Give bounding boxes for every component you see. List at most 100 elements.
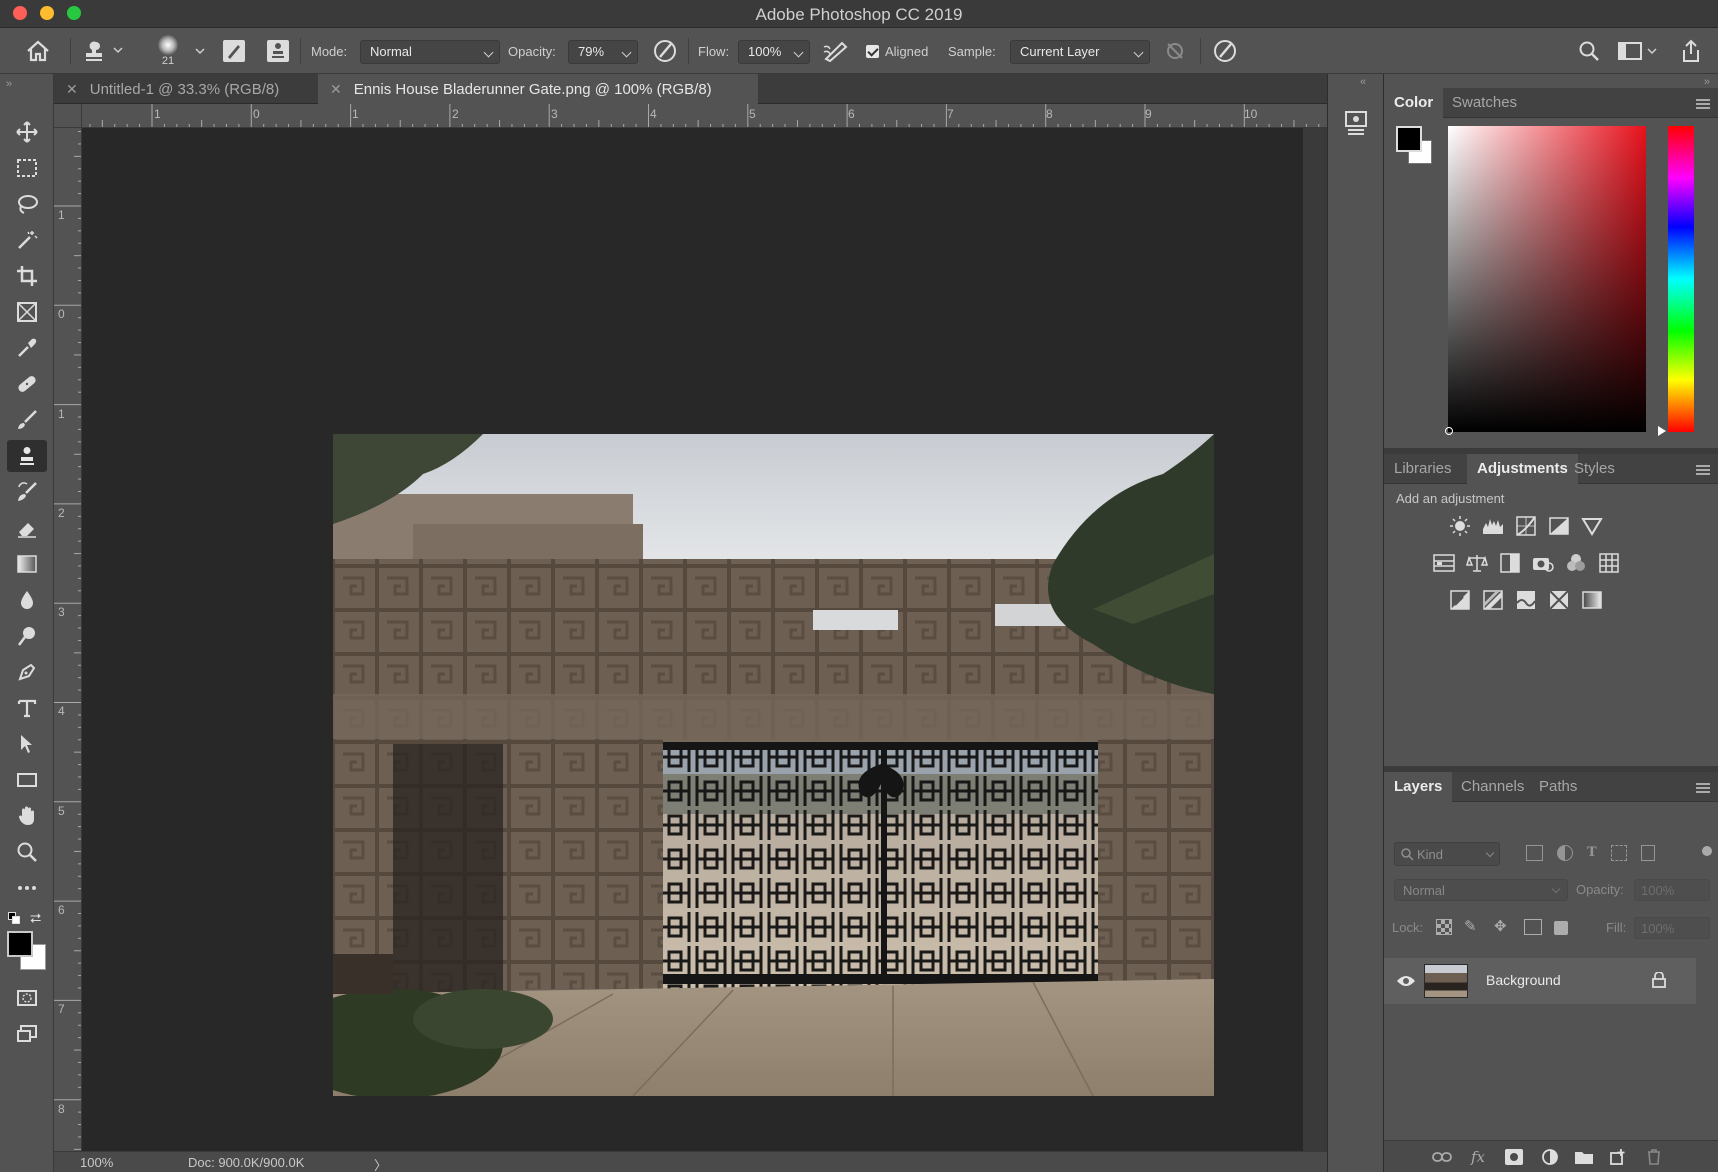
new-layer-icon[interactable]	[1608, 1148, 1628, 1166]
crop-tool[interactable]	[7, 260, 47, 292]
tool-preset-picker[interactable]	[86, 28, 126, 74]
photo-filter-icon[interactable]	[1531, 551, 1555, 575]
collapse-dock-icon[interactable]: «	[1360, 76, 1366, 88]
path-selection-tool[interactable]	[7, 728, 47, 760]
panel-menu-icon[interactable]	[1696, 465, 1710, 475]
color-picker-handle[interactable]	[1445, 427, 1453, 435]
close-tab-icon[interactable]: ✕	[330, 81, 342, 98]
pressure-size-icon[interactable]	[1212, 28, 1238, 74]
tab-color[interactable]: Color	[1384, 88, 1444, 118]
quick-mask-tool[interactable]	[7, 982, 47, 1014]
lock-transparent-icon[interactable]	[1436, 919, 1452, 935]
blend-mode-dropdown[interactable]: Normal	[1394, 879, 1568, 901]
healing-brush-tool[interactable]	[7, 368, 47, 400]
lock-all-icon[interactable]	[1554, 921, 1568, 935]
selective-color-icon[interactable]	[1547, 588, 1571, 612]
eraser-tool[interactable]	[7, 512, 47, 544]
marquee-tool[interactable]	[7, 152, 47, 184]
delete-layer-icon[interactable]	[1644, 1148, 1664, 1166]
tab-paths[interactable]: Paths	[1529, 772, 1587, 802]
lock-artboard-icon[interactable]	[1524, 919, 1542, 935]
document-image[interactable]	[333, 434, 1214, 1096]
panel-menu-icon[interactable]	[1696, 99, 1710, 109]
add-mask-icon[interactable]	[1504, 1148, 1524, 1166]
color-swatches[interactable]	[1396, 126, 1432, 164]
filter-type-icon[interactable]: T	[1587, 845, 1597, 863]
learn-panel-icon[interactable]	[1344, 110, 1368, 139]
clone-stamp-tool[interactable]	[7, 440, 47, 472]
foreground-color-chip[interactable]	[1396, 126, 1422, 152]
filter-toggle-icon[interactable]	[1702, 846, 1712, 856]
ignore-adjustment-layers-icon[interactable]	[1164, 28, 1186, 74]
vertical-scrollbar[interactable]	[1303, 128, 1327, 1151]
color-lookup-icon[interactable]	[1597, 551, 1621, 575]
type-tool[interactable]	[7, 692, 47, 724]
expand-panels-icon[interactable]: »	[1704, 76, 1710, 88]
new-adjustment-layer-icon[interactable]	[1540, 1148, 1560, 1166]
workspace-icon[interactable]	[1618, 28, 1660, 74]
blur-tool[interactable]	[7, 584, 47, 616]
pressure-opacity-icon[interactable]	[652, 28, 678, 74]
horizontal-ruler[interactable]: 1 0 1 2 3 4 5 6 7 8 9 10	[82, 104, 1327, 128]
curves-icon[interactable]	[1514, 514, 1538, 538]
saturation-brightness-field[interactable]	[1445, 126, 1646, 435]
document-canvas[interactable]	[82, 128, 1327, 1151]
layer-name[interactable]: Background	[1486, 972, 1561, 988]
collapse-toolbar-icon[interactable]: »	[6, 78, 12, 90]
zoom-level[interactable]: 100%	[80, 1155, 113, 1170]
tab-libraries[interactable]: Libraries	[1384, 454, 1462, 484]
layer-style-icon[interactable]: fx	[1468, 1148, 1488, 1166]
posterize-icon[interactable]	[1481, 588, 1505, 612]
color-balance-icon[interactable]	[1465, 551, 1489, 575]
vertical-ruler[interactable]: 1 0 1 2 3 4 5 6 7 8	[54, 128, 82, 1151]
tab-channels[interactable]: Channels	[1451, 772, 1534, 802]
lock-paint-icon[interactable]: ✎	[1464, 919, 1482, 935]
hue-slider[interactable]	[1658, 126, 1694, 436]
aligned-checkbox[interactable]: Aligned	[866, 28, 928, 74]
panel-menu-icon[interactable]	[1696, 783, 1710, 793]
default-colors-icon[interactable]	[8, 912, 20, 924]
brush-settings-icon[interactable]	[222, 28, 246, 74]
mode-dropdown[interactable]: Normal	[360, 40, 500, 64]
link-layers-icon[interactable]	[1432, 1148, 1452, 1166]
foreground-color-swatch[interactable]	[7, 931, 33, 957]
new-group-icon[interactable]	[1574, 1148, 1594, 1166]
opacity-field[interactable]: 79%	[568, 40, 638, 64]
filter-adjustment-icon[interactable]	[1557, 845, 1573, 861]
close-tab-icon[interactable]: ✕	[66, 81, 78, 98]
brush-preset-picker[interactable]: 21	[158, 28, 178, 74]
search-icon[interactable]	[1578, 28, 1600, 74]
ruler-origin[interactable]	[54, 104, 82, 128]
dodge-tool[interactable]	[7, 620, 47, 652]
document-tab-untitled[interactable]: ✕ Untitled-1 @ 33.3% (RGB/8)	[54, 74, 307, 104]
share-icon[interactable]	[1680, 28, 1702, 74]
invert-icon[interactable]	[1448, 588, 1472, 612]
lasso-tool[interactable]	[7, 188, 47, 220]
layer-fill-field[interactable]: 100%	[1634, 917, 1710, 939]
brush-chevron-icon[interactable]	[194, 28, 206, 74]
layer-opacity-field[interactable]: 100%	[1634, 879, 1710, 901]
magic-wand-tool[interactable]	[7, 224, 47, 256]
tab-swatches[interactable]: Swatches	[1442, 88, 1527, 118]
brush-tool[interactable]	[7, 404, 47, 436]
filter-shape-icon[interactable]	[1610, 845, 1627, 861]
channel-mixer-icon[interactable]	[1564, 551, 1588, 575]
black-white-icon[interactable]	[1498, 551, 1522, 575]
zoom-tool[interactable]	[7, 836, 47, 868]
filter-pixel-icon[interactable]	[1526, 845, 1543, 861]
home-icon[interactable]	[26, 28, 50, 74]
hue-slider-handle[interactable]	[1658, 426, 1666, 436]
sample-dropdown[interactable]: Current Layer	[1010, 40, 1150, 64]
pen-tool[interactable]	[7, 656, 47, 688]
gradient-tool[interactable]	[7, 548, 47, 580]
hand-tool[interactable]	[7, 800, 47, 832]
screen-mode-tool[interactable]	[7, 1018, 47, 1050]
vibrance-icon[interactable]	[1580, 514, 1604, 538]
clone-source-panel-icon[interactable]	[266, 28, 290, 74]
brightness-contrast-icon[interactable]	[1448, 514, 1472, 538]
swap-colors-icon[interactable]: ⮂	[30, 910, 41, 927]
frame-tool[interactable]	[7, 296, 47, 328]
layer-row-background[interactable]: Background	[1384, 958, 1696, 1004]
levels-icon[interactable]	[1481, 514, 1505, 538]
tab-adjustments[interactable]: Adjustments	[1467, 454, 1578, 484]
